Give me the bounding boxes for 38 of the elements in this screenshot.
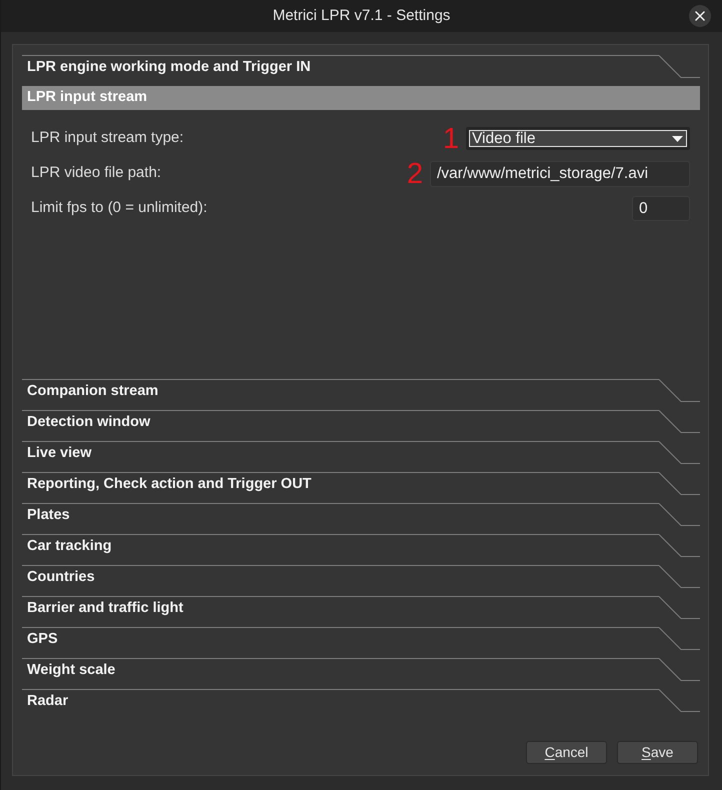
text-field[interactable]: /var/www/metrici_storage/7.avi bbox=[430, 160, 690, 186]
section-header[interactable]: Companion stream bbox=[22, 379, 700, 410]
window-title: Metrici LPR v7.1 - Settings bbox=[272, 6, 450, 26]
close-button[interactable] bbox=[689, 5, 711, 27]
section-header[interactable]: Barrier and traffic light bbox=[22, 596, 700, 627]
tab-corner-icon bbox=[659, 534, 700, 557]
annotation-number: 2 bbox=[406, 160, 423, 186]
dialog-button[interactable]: Cancel bbox=[526, 741, 607, 764]
tab-corner-icon bbox=[659, 658, 700, 681]
section-header[interactable]: Detection window bbox=[22, 410, 700, 441]
tab-corner-icon bbox=[659, 689, 700, 712]
caret-icon bbox=[672, 136, 683, 142]
section-header[interactable]: LPR engine working mode and Trigger IN bbox=[22, 55, 700, 86]
section-header[interactable]: Plates bbox=[22, 503, 700, 534]
close-icon bbox=[695, 11, 705, 21]
tab-corner-icon bbox=[659, 441, 700, 464]
number-field[interactable]: 0 bbox=[632, 196, 690, 221]
tab-corner-icon bbox=[659, 503, 700, 526]
dropdown[interactable]: Video file bbox=[466, 127, 690, 150]
field-label: LPR video file path: bbox=[31, 163, 162, 184]
tab-corner-icon bbox=[659, 596, 700, 619]
section-header[interactable]: Live view bbox=[22, 441, 700, 472]
section-header[interactable]: Reporting, Check action and Trigger OUT bbox=[22, 472, 700, 503]
field-label: Limit fps to (0 = unlimited): bbox=[31, 198, 208, 218]
tab-corner-icon bbox=[659, 472, 700, 495]
tab-corner-icon bbox=[659, 55, 700, 78]
annotation-number: 1 bbox=[442, 126, 459, 152]
section-header[interactable]: GPS bbox=[22, 627, 700, 658]
section-header[interactable]: Weight scale bbox=[22, 658, 700, 689]
dialog-button[interactable]: Save bbox=[617, 741, 698, 764]
section-header[interactable]: Countries bbox=[22, 565, 700, 596]
tab-corner-icon bbox=[659, 379, 700, 402]
section-header[interactable]: Car tracking bbox=[22, 534, 700, 565]
section-header[interactable]: Radar bbox=[22, 689, 700, 720]
tab-corner-icon bbox=[659, 410, 700, 433]
field-label: LPR input stream type: bbox=[31, 128, 185, 148]
tab-corner-icon bbox=[659, 627, 700, 650]
tab-corner-icon bbox=[659, 565, 700, 588]
